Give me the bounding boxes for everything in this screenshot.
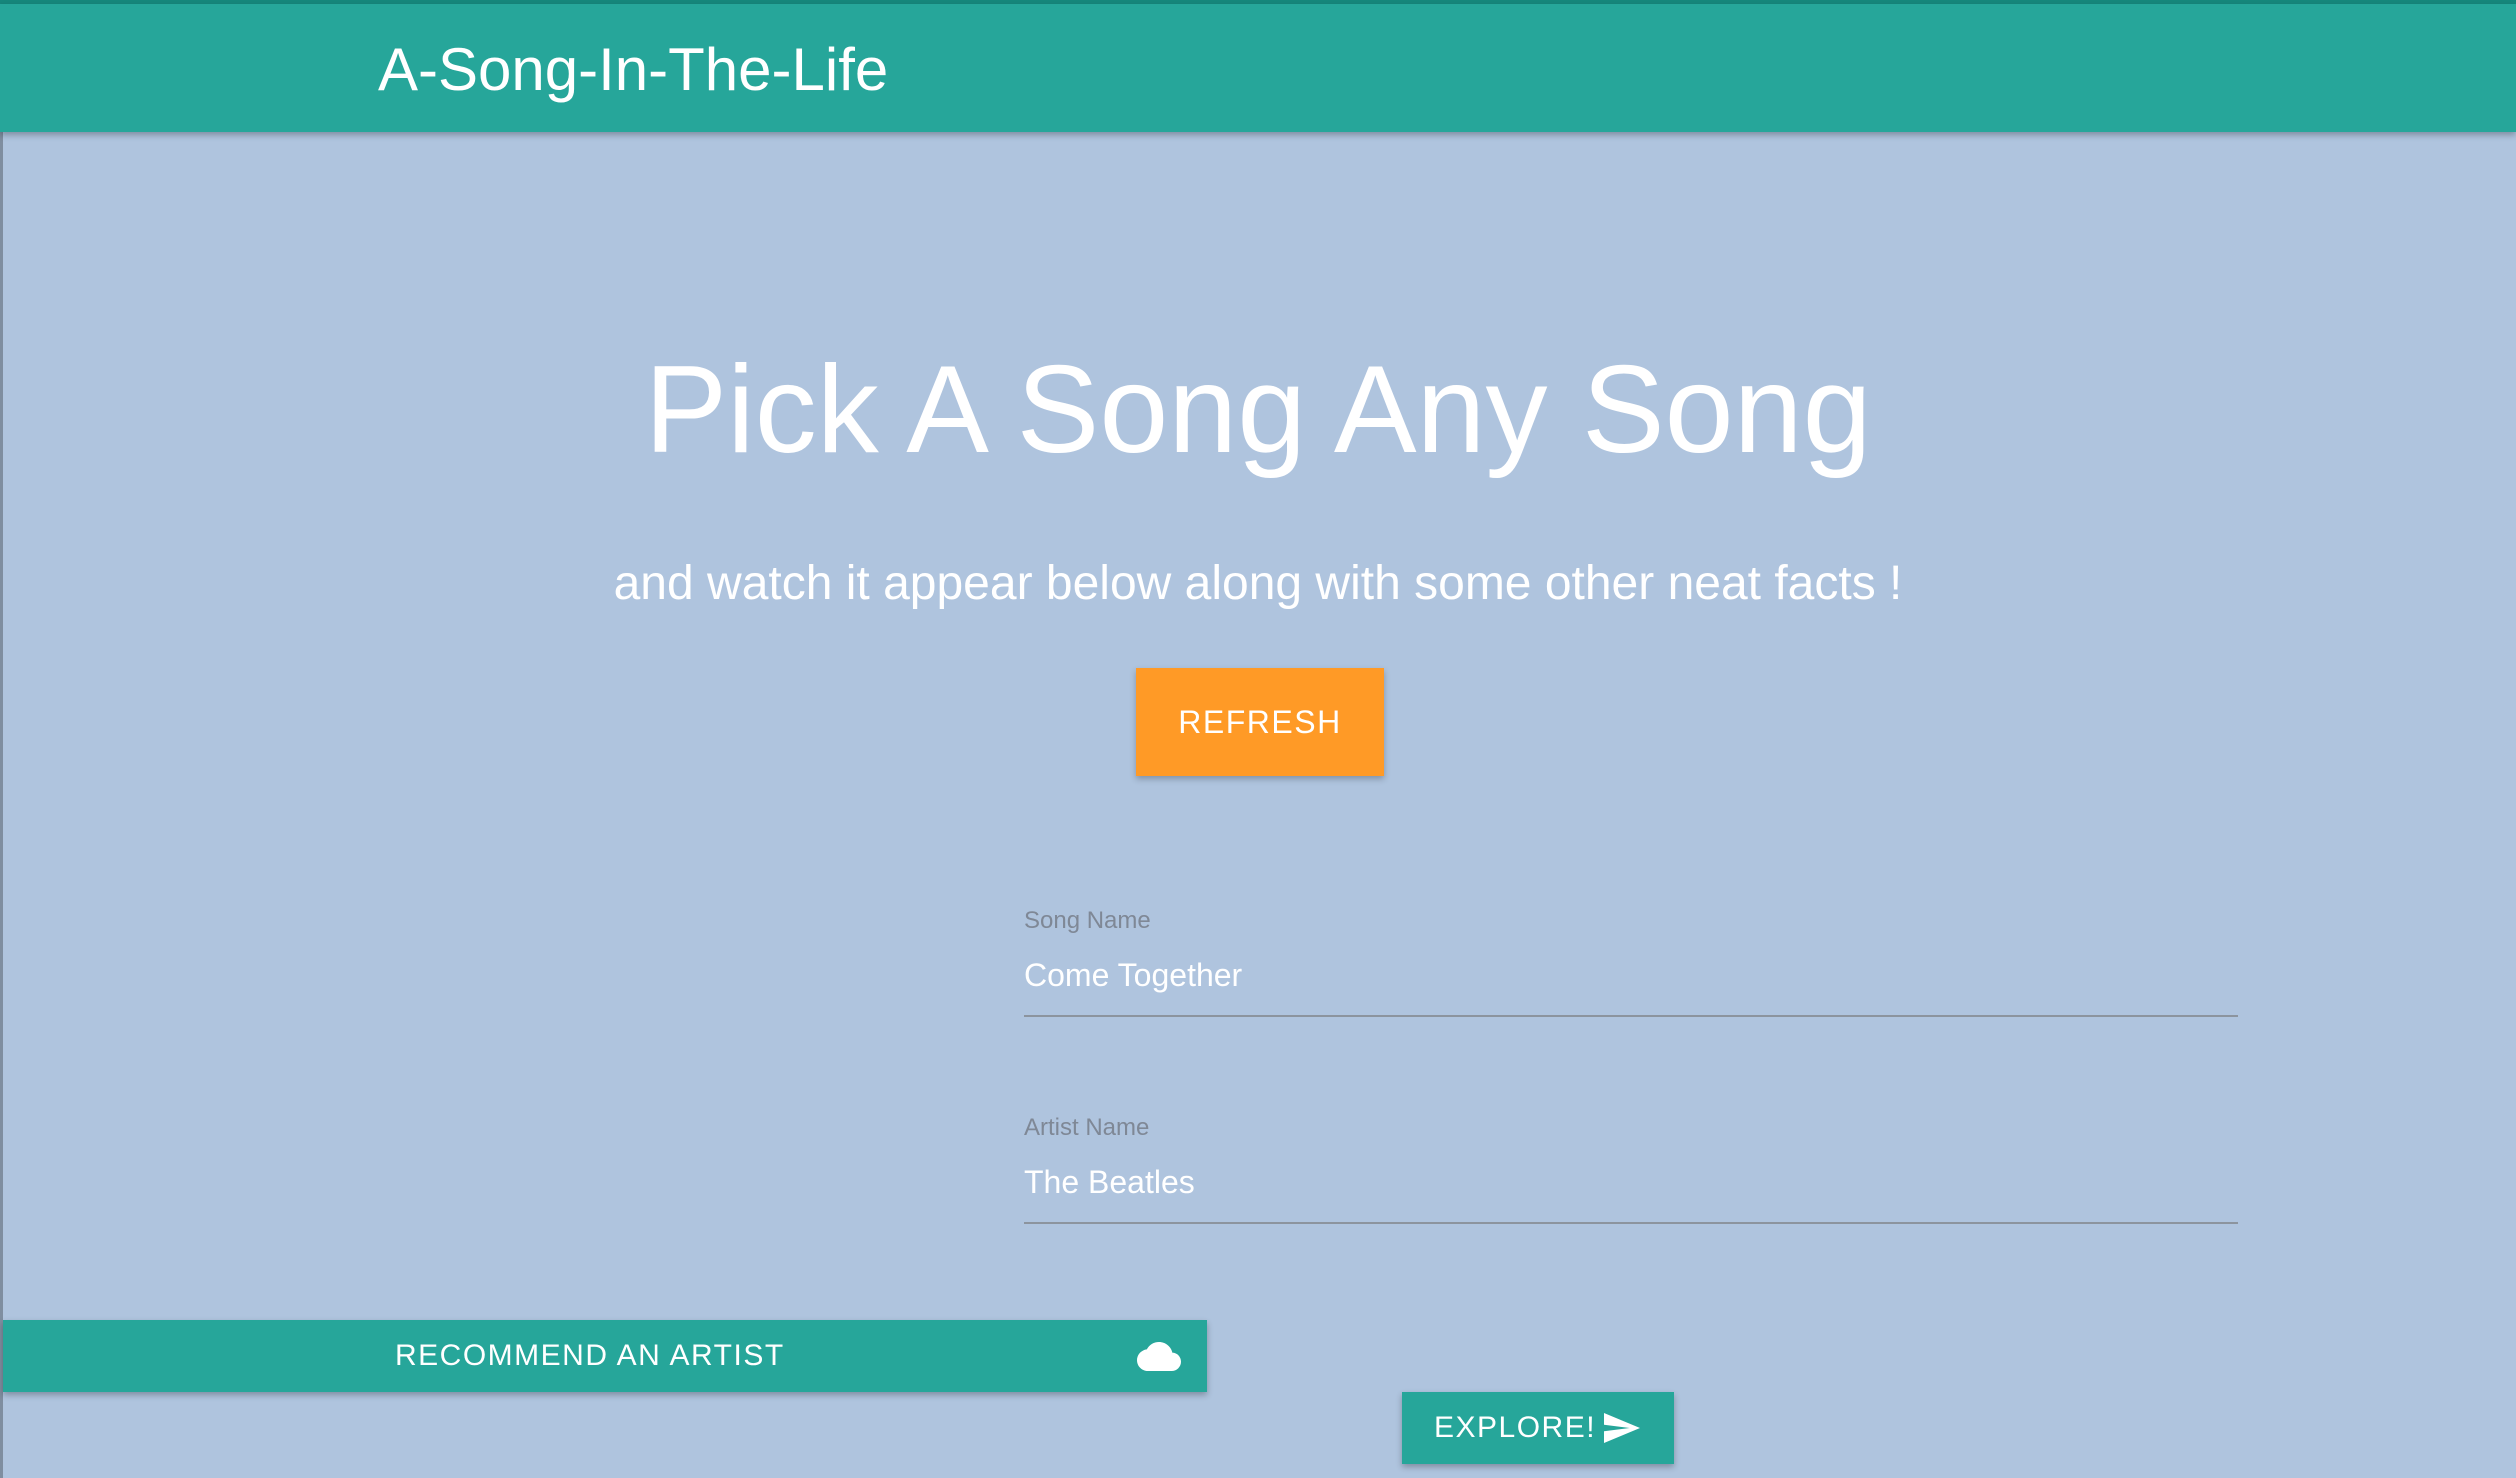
brand-logo[interactable]: A-Song-In-The-Life [378, 34, 888, 106]
song-name-field: Song Name [1024, 905, 2238, 1017]
artist-name-label: Artist Name [1024, 1114, 1150, 1141]
navbar: A-Song-In-The-Life [0, 4, 2516, 132]
page-title: Pick A Song Any Song [644, 341, 1872, 479]
recommend-artist-label: RECOMMEND AN ARTIST [395, 1339, 785, 1372]
explore-button[interactable]: EXPLORE! [1402, 1392, 1674, 1464]
artist-name-input[interactable] [1024, 1154, 2238, 1224]
window-left-edge [0, 132, 3, 1478]
refresh-button[interactable]: REFRESH [1136, 668, 1384, 776]
send-icon [1604, 1413, 1640, 1443]
cloud-icon [1137, 1342, 1181, 1371]
page-subtitle: and watch it appear below along with som… [613, 557, 1903, 610]
song-name-label: Song Name [1024, 907, 1151, 934]
explore-label: EXPLORE! [1434, 1411, 1597, 1444]
song-name-input[interactable] [1024, 947, 2238, 1017]
recommend-artist-button[interactable]: RECOMMEND AN ARTIST [3, 1320, 1207, 1392]
artist-name-field: Artist Name [1024, 1112, 2238, 1224]
